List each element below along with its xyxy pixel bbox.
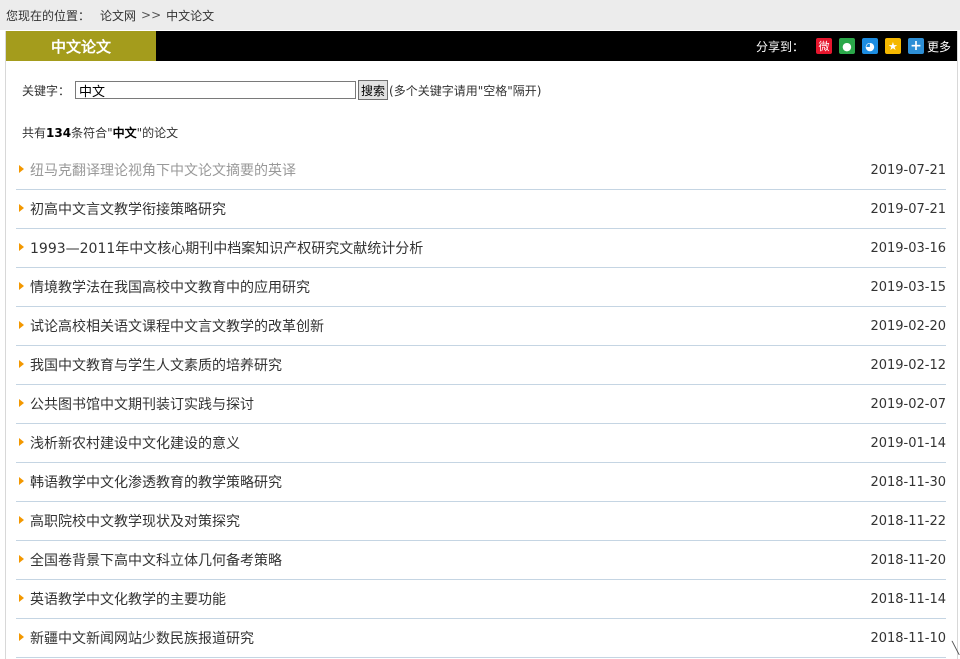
- bullet-arrow-icon: [19, 243, 24, 251]
- article-title-link[interactable]: 英语教学中文化教学的主要功能: [30, 589, 226, 609]
- list-item[interactable]: 全国卷背景下高中文科立体几何备考策略 2018-11-20: [16, 541, 946, 580]
- bullet-arrow-icon: [19, 282, 24, 290]
- qzone-icon[interactable]: ★: [884, 38, 901, 54]
- article-date: 2018-11-14: [870, 591, 946, 607]
- article-date: 2019-02-20: [870, 318, 946, 334]
- result-count-number: 134: [46, 126, 72, 140]
- search-hint: (多个关键字请用"空格"隔开): [389, 83, 542, 98]
- article-date: 2019-07-21: [870, 201, 946, 217]
- search-button[interactable]: 搜索: [358, 80, 389, 100]
- article-title-link[interactable]: 浅析新农村建设中文化建设的意义: [30, 433, 240, 453]
- article-title-link[interactable]: 情境教学法在我国高校中文教育中的应用研究: [30, 277, 310, 297]
- result-count: 共有134条符合"中文"的论文: [22, 124, 178, 141]
- article-title-link[interactable]: 新疆中文新闻网站少数民族报道研究: [30, 628, 254, 648]
- section-header: 中文论文 分享到： 微 ● ◕ ★ + 更多: [6, 31, 957, 61]
- article-date: 2019-07-21: [870, 162, 946, 178]
- bullet-arrow-icon: [19, 360, 24, 368]
- qq-icon[interactable]: ◕: [861, 38, 878, 54]
- article-date: 2018-11-30: [870, 474, 946, 490]
- result-count-middle: 条符合": [71, 126, 113, 140]
- result-count-prefix: 共有: [22, 126, 47, 140]
- list-item[interactable]: 情境教学法在我国高校中文教育中的应用研究 2019-03-15: [16, 268, 946, 307]
- article-title-link[interactable]: 试论高校相关语文课程中文言文教学的改革创新: [30, 316, 324, 336]
- article-title-link[interactable]: 全国卷背景下高中文科立体几何备考策略: [30, 550, 282, 570]
- bullet-arrow-icon: [19, 399, 24, 407]
- list-item[interactable]: 我国中文教育与学生人文素质的培养研究 2019-02-12: [16, 346, 946, 385]
- article-date: 2019-03-15: [870, 279, 946, 295]
- share-label: 分享到：: [755, 39, 804, 54]
- article-date: 2019-02-12: [870, 357, 946, 373]
- search-form: 关键字： 搜索 (多个关键字请用"空格"隔开): [22, 80, 541, 100]
- list-item[interactable]: 纽马克翻译理论视角下中文论文摘要的英译 2019-07-21: [16, 151, 946, 190]
- bullet-arrow-icon: [19, 516, 24, 524]
- search-label: 关键字：: [22, 83, 71, 98]
- more-icon[interactable]: +: [907, 38, 924, 54]
- article-title-link[interactable]: 纽马克翻译理论视角下中文论文摘要的英译: [30, 160, 296, 180]
- breadcrumb: 您现在的位置： 论文网 >> 中文论文: [0, 0, 960, 30]
- list-item[interactable]: 韩语教学中文化渗透教育的教学策略研究 2018-11-30: [16, 463, 946, 502]
- bullet-arrow-icon: [19, 321, 24, 329]
- search-input[interactable]: [75, 81, 357, 99]
- breadcrumb-prefix: 您现在的位置：: [6, 8, 91, 23]
- article-date: 2019-03-16: [870, 240, 946, 256]
- article-title-link[interactable]: 高职院校中文教学现状及对策探究: [30, 511, 240, 531]
- article-date: 2019-01-14: [870, 435, 946, 451]
- main-panel: 中文论文 分享到： 微 ● ◕ ★ + 更多 关键字： 搜索 (多个关键字请用"…: [5, 31, 958, 659]
- breadcrumb-current-link[interactable]: 中文论文: [166, 7, 214, 24]
- weibo-icon[interactable]: 微: [815, 38, 832, 54]
- bullet-arrow-icon: [19, 555, 24, 563]
- breadcrumb-home-link[interactable]: 论文网: [100, 7, 136, 24]
- bullet-arrow-icon: [19, 438, 24, 446]
- article-list: 纽马克翻译理论视角下中文论文摘要的英译 2019-07-21 初高中文言文教学衔接策…: [16, 151, 946, 658]
- section-title: 中文论文: [6, 31, 156, 61]
- bullet-arrow-icon: [19, 165, 24, 173]
- list-item[interactable]: 公共图书馆中文期刊装订实践与探讨 2019-02-07: [16, 385, 946, 424]
- breadcrumb-separator: >>: [141, 8, 162, 22]
- resize-grip-icon[interactable]: ╲: [952, 641, 960, 657]
- list-item[interactable]: 英语教学中文化教学的主要功能 2018-11-14: [16, 580, 946, 619]
- list-item[interactable]: 试论高校相关语文课程中文言文教学的改革创新 2019-02-20: [16, 307, 946, 346]
- article-title-link[interactable]: 公共图书馆中文期刊装订实践与探讨: [30, 394, 254, 414]
- list-item[interactable]: 高职院校中文教学现状及对策探究 2018-11-22: [16, 502, 946, 541]
- article-title-link[interactable]: 韩语教学中文化渗透教育的教学策略研究: [30, 472, 282, 492]
- article-title-link[interactable]: 1993—2011年中文核心期刊中档案知识产权研究文献统计分析: [30, 238, 423, 258]
- share-more-link[interactable]: 更多: [927, 38, 951, 55]
- article-date: 2018-11-22: [870, 513, 946, 529]
- bullet-arrow-icon: [19, 594, 24, 602]
- list-item[interactable]: 初高中文言文教学衔接策略研究 2019-07-21: [16, 190, 946, 229]
- bullet-arrow-icon: [19, 204, 24, 212]
- list-item[interactable]: 浅析新农村建设中文化建设的意义 2019-01-14: [16, 424, 946, 463]
- article-date: 2019-02-07: [870, 396, 946, 412]
- article-date: 2018-11-10: [870, 630, 946, 646]
- result-keyword: 中文: [112, 126, 137, 140]
- result-count-suffix: "的论文: [136, 126, 179, 140]
- list-item[interactable]: 新疆中文新闻网站少数民族报道研究 2018-11-10: [16, 619, 946, 658]
- bullet-arrow-icon: [19, 633, 24, 641]
- article-title-link[interactable]: 我国中文教育与学生人文素质的培养研究: [30, 355, 282, 375]
- article-title-link[interactable]: 初高中文言文教学衔接策略研究: [30, 199, 226, 219]
- wechat-icon[interactable]: ●: [838, 38, 855, 54]
- bullet-arrow-icon: [19, 477, 24, 485]
- article-date: 2018-11-20: [870, 552, 946, 568]
- share-bar: 分享到： 微 ● ◕ ★ + 更多: [756, 31, 951, 61]
- list-item[interactable]: 1993—2011年中文核心期刊中档案知识产权研究文献统计分析 2019-03-1…: [16, 229, 946, 268]
